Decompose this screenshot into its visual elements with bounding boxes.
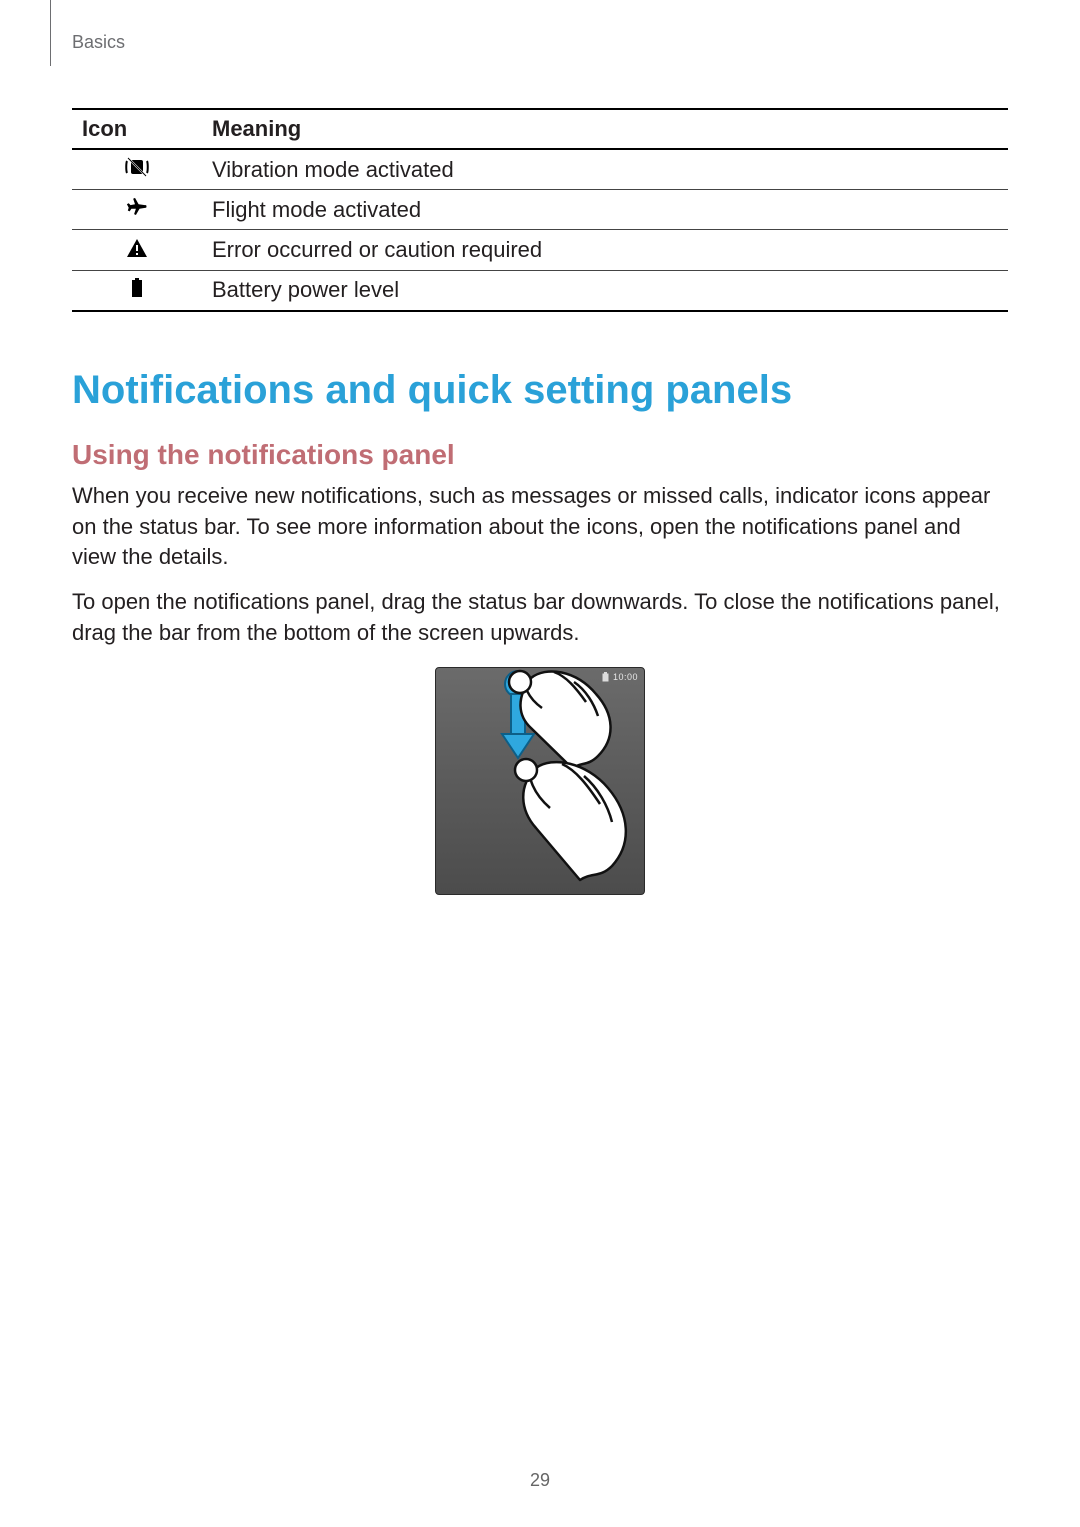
airplane-icon (126, 197, 148, 223)
icon-cell (72, 230, 202, 270)
table-row: Battery power level (72, 270, 1008, 311)
page-content: Icon Meaning Vibration mode activated (72, 108, 1008, 895)
illustration-wrap: 10:00 (72, 667, 1008, 895)
table-header-meaning: Meaning (202, 109, 1008, 149)
breadcrumb: Basics (72, 32, 125, 53)
page-number: 29 (0, 1470, 1080, 1491)
gesture-hands-icon (436, 668, 645, 895)
vibration-icon (124, 157, 150, 183)
warning-icon (126, 238, 148, 264)
swipe-down-illustration: 10:00 (435, 667, 645, 895)
header-rule (50, 0, 51, 66)
table-row: Error occurred or caution required (72, 230, 1008, 270)
subsection-heading: Using the notifications panel (72, 439, 1008, 471)
section-heading: Notifications and quick setting panels (72, 368, 1008, 413)
meaning-cell: Vibration mode activated (202, 149, 1008, 190)
icon-cell (72, 190, 202, 230)
meaning-cell: Flight mode activated (202, 190, 1008, 230)
table-header-icon: Icon (72, 109, 202, 149)
table-row: Flight mode activated (72, 190, 1008, 230)
body-paragraph: To open the notifications panel, drag th… (72, 587, 1008, 649)
meaning-cell: Error occurred or caution required (202, 230, 1008, 270)
icon-cell (72, 270, 202, 311)
body-paragraph: When you receive new notifications, such… (72, 481, 1008, 573)
icon-meaning-table: Icon Meaning Vibration mode activated (72, 108, 1008, 312)
table-row: Vibration mode activated (72, 149, 1008, 190)
battery-icon (130, 278, 144, 304)
icon-cell (72, 149, 202, 190)
meaning-cell: Battery power level (202, 270, 1008, 311)
table-header-row: Icon Meaning (72, 109, 1008, 149)
